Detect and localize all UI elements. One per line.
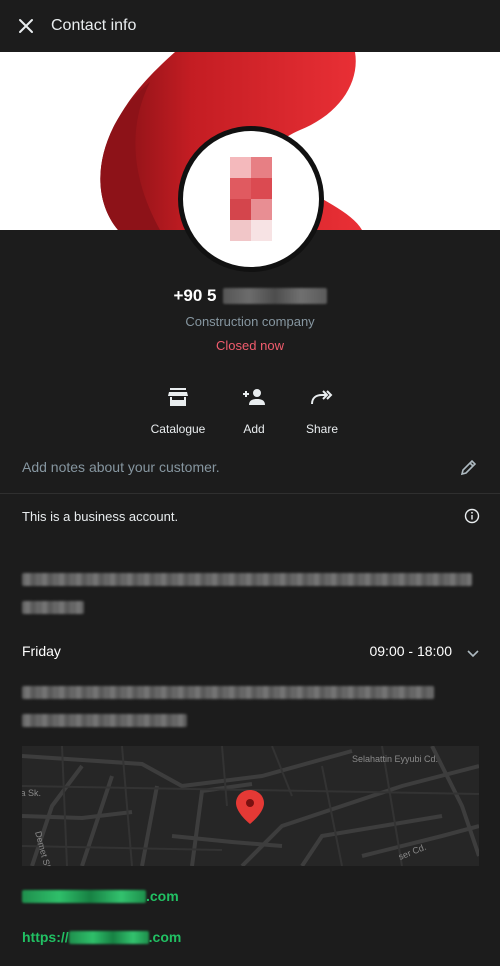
edit-notes-button[interactable] <box>460 458 478 476</box>
storefront-icon <box>168 388 188 406</box>
map-graphic: Selahattin Eyyubi Cd. sa Sk. Demet Sk. s… <box>22 746 479 866</box>
address-redacted <box>22 686 434 742</box>
notes-placeholder: Add notes about your customer. <box>22 458 220 475</box>
pencil-icon <box>460 459 477 475</box>
redacted-line <box>22 686 434 699</box>
map-street-label: Selahattin Eyyubi Cd. <box>352 754 438 764</box>
business-description-redacted <box>22 573 472 629</box>
catalogue-label: Catalogue <box>150 422 206 436</box>
phone-prefix: +90 5 <box>173 286 217 305</box>
info-icon[interactable] <box>464 508 480 524</box>
page-title: Contact info <box>51 17 137 34</box>
add-person-icon <box>243 389 265 405</box>
hours-time: 09:00 - 18:00 <box>369 643 452 659</box>
share-label: Share <box>305 422 339 436</box>
top-bar: Contact info <box>0 0 500 52</box>
add-contact-button[interactable]: Add <box>224 382 284 436</box>
phone-number: +90 5 <box>0 286 500 306</box>
redacted-line <box>22 601 84 614</box>
business-hours-row[interactable]: Friday 09:00 - 18:00 <box>22 638 480 664</box>
website-prefix: https:// <box>22 929 69 945</box>
chevron-down-icon[interactable] <box>466 647 480 661</box>
business-account-row: This is a business account. <box>22 508 480 524</box>
share-button[interactable]: Share <box>292 382 352 436</box>
catalogue-button[interactable]: Catalogue <box>148 382 208 436</box>
phone-redacted <box>222 288 327 304</box>
email-redacted <box>22 889 146 903</box>
location-map[interactable]: Selahattin Eyyubi Cd. sa Sk. Demet Sk. s… <box>22 746 479 866</box>
action-bar: Catalogue Add Share <box>0 382 500 436</box>
website-redacted <box>68 930 149 944</box>
redacted-line <box>22 573 472 586</box>
redacted-line <box>22 714 187 727</box>
avatar-logo-pixelated <box>230 157 272 241</box>
hours-day: Friday <box>22 643 61 659</box>
notes-row[interactable]: Add notes about your customer. <box>0 440 500 494</box>
avatar[interactable] <box>178 126 324 272</box>
share-icon <box>311 390 333 405</box>
email-link[interactable]: .com <box>22 888 179 904</box>
map-street-label: sa Sk. <box>22 788 41 798</box>
website-suffix: .com <box>148 929 182 945</box>
business-category: Construction company <box>185 314 315 329</box>
close-icon <box>19 19 33 33</box>
open-status: Closed now <box>216 338 284 353</box>
website-link[interactable]: https:// .com <box>22 929 181 945</box>
add-label: Add <box>243 422 265 436</box>
close-button[interactable] <box>4 4 48 48</box>
business-account-label: This is a business account. <box>22 508 179 524</box>
email-suffix: .com <box>146 888 179 904</box>
